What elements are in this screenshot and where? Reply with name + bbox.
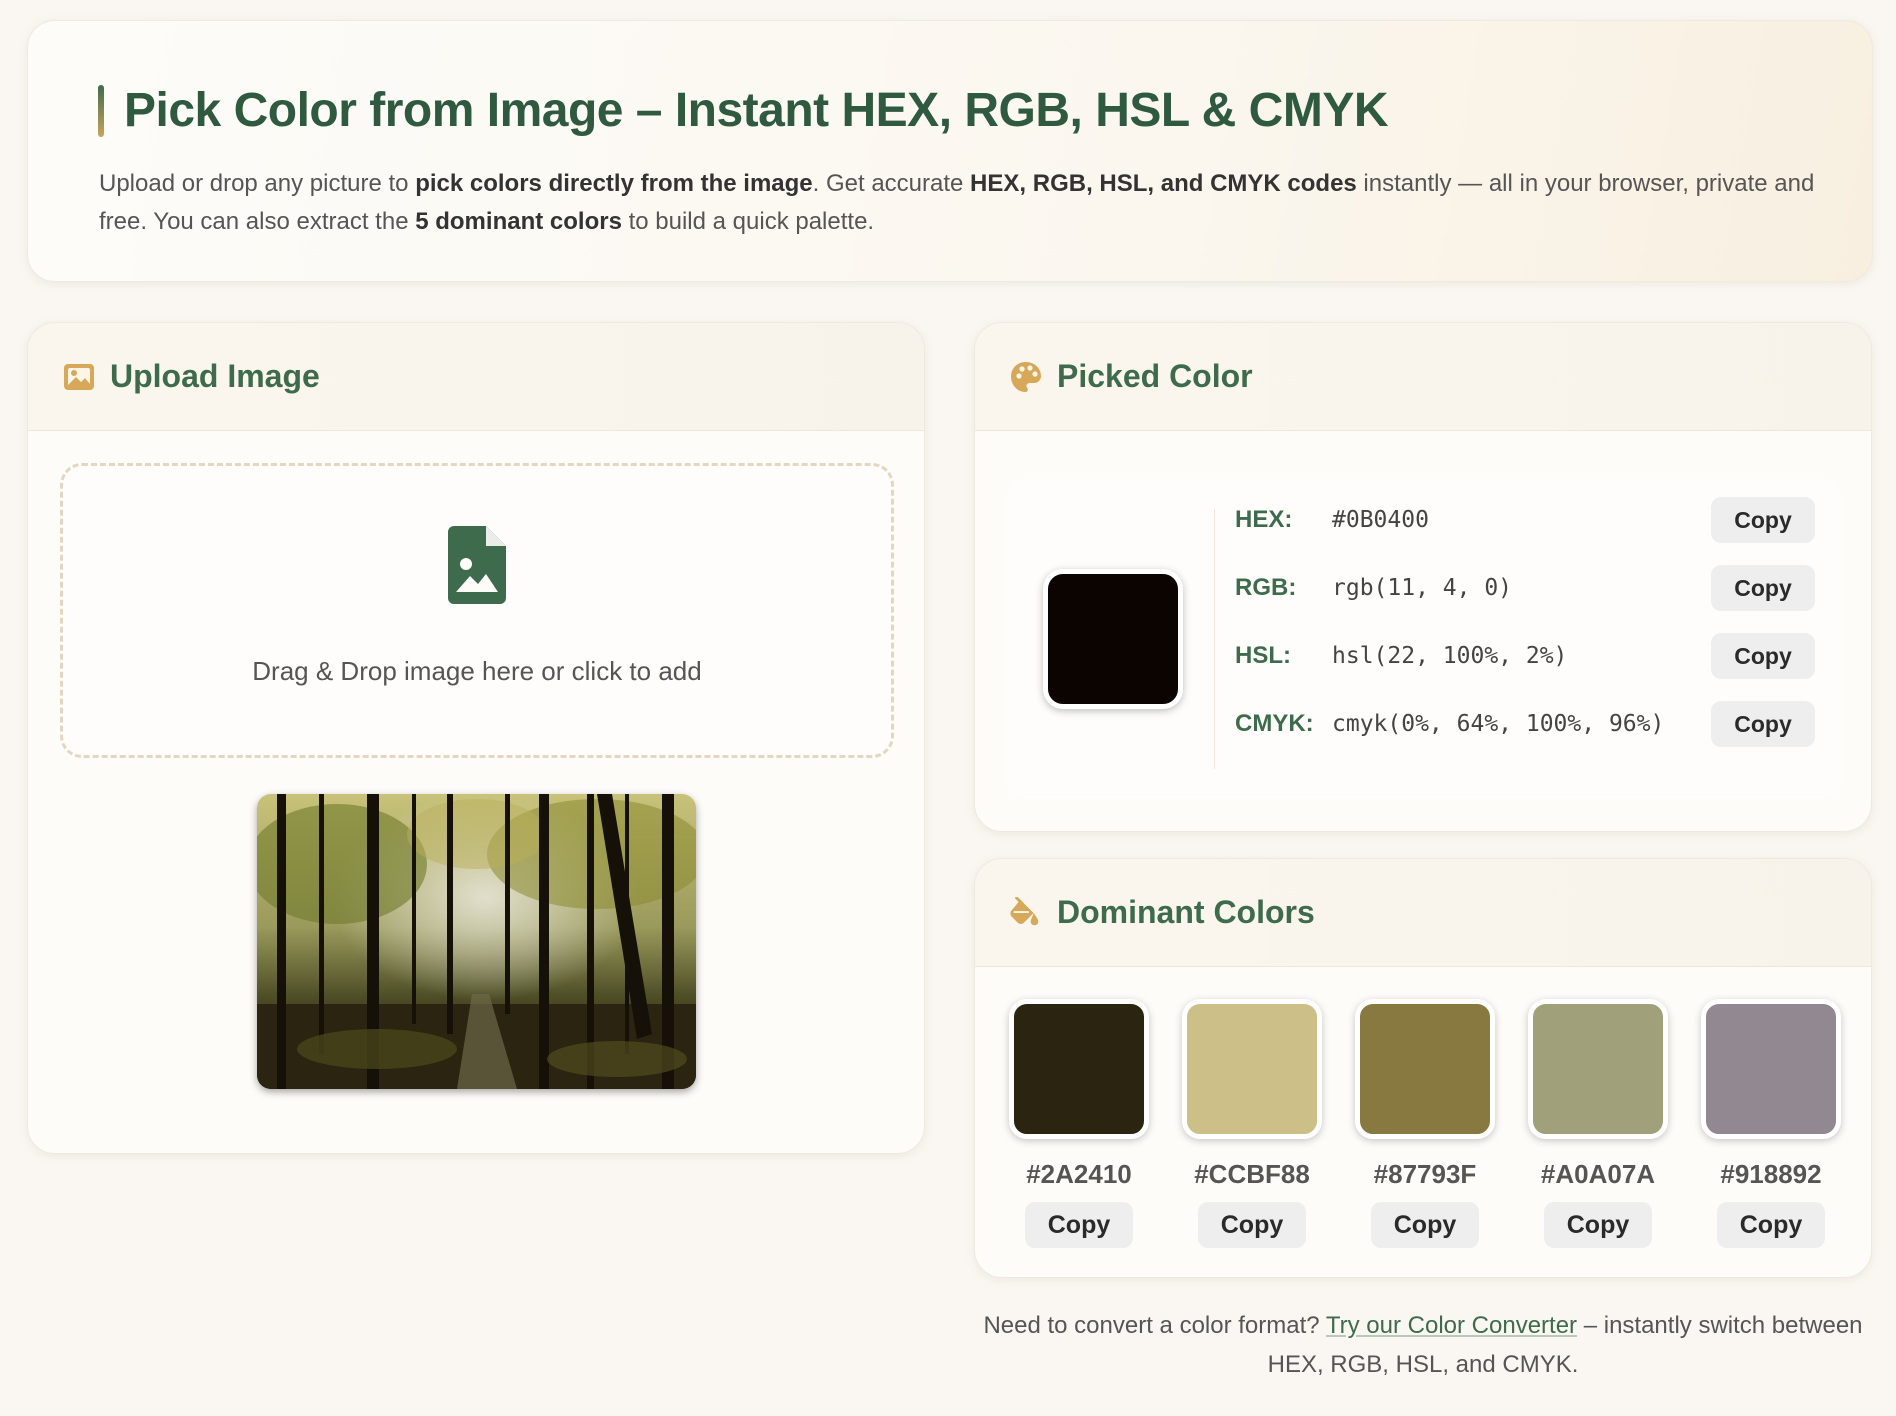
- dominant-color-item: #918892 Copy: [1701, 999, 1841, 1248]
- dominant-color-item: #2A2410 Copy: [1009, 999, 1149, 1248]
- picked-heading: Picked Color: [1057, 358, 1253, 394]
- page-title-wrap: Pick Color from Image – Instant HEX, RGB…: [98, 83, 1389, 138]
- copy-hex-button[interactable]: Copy: [1711, 497, 1815, 543]
- desc-bold: pick colors directly from the image: [415, 170, 813, 197]
- page-description: Upload or drop any picture to pick color…: [99, 165, 1859, 241]
- paint-bucket-icon: [1009, 896, 1043, 930]
- rgb-value: rgb(11, 4, 0): [1332, 575, 1513, 601]
- rgb-label: RGB:: [1235, 574, 1297, 601]
- copy-dominant-button[interactable]: Copy: [1198, 1202, 1306, 1248]
- hsl-row: HSL: hsl(22, 100%, 2%) Copy: [1235, 631, 1815, 681]
- dominant-heading: Dominant Colors: [1057, 894, 1315, 930]
- image-icon: [62, 360, 96, 394]
- copy-dominant-button[interactable]: Copy: [1371, 1202, 1479, 1248]
- image-dropzone[interactable]: Drag & Drop image here or click to add: [60, 463, 894, 758]
- desc-text: . Get accurate: [812, 170, 971, 197]
- desc-text: Upload or drop any picture to: [99, 170, 416, 197]
- copy-dominant-button[interactable]: Copy: [1025, 1202, 1133, 1248]
- cmyk-label: CMYK:: [1235, 710, 1314, 737]
- footer-text: Need to convert a color format?: [983, 1312, 1326, 1339]
- desc-text: to build a quick palette.: [621, 208, 875, 235]
- hex-row: HEX: #0B0400 Copy: [1235, 495, 1815, 545]
- footer-note: Need to convert a color format? Try our …: [974, 1306, 1872, 1384]
- copy-dominant-button[interactable]: Copy: [1717, 1202, 1825, 1248]
- cmyk-value: cmyk(0%, 64%, 100%, 96%): [1332, 711, 1665, 737]
- dominant-hex: #918892: [1720, 1159, 1822, 1189]
- image-preview[interactable]: [257, 794, 696, 1089]
- dominant-hex: #A0A07A: [1540, 1159, 1656, 1189]
- picked-color-swatch: [1043, 569, 1183, 709]
- copy-dominant-button[interactable]: Copy: [1544, 1202, 1652, 1248]
- picked-color-panel: HEX: #0B0400 Copy RGB: rgb(11, 4, 0) Cop…: [1007, 479, 1841, 799]
- hero-card: Pick Color from Image – Instant HEX, RGB…: [27, 20, 1873, 282]
- copy-rgb-button[interactable]: Copy: [1711, 565, 1815, 611]
- hsl-value: hsl(22, 100%, 2%): [1332, 643, 1568, 669]
- dominant-hex: #2A2410: [1026, 1159, 1132, 1189]
- desc-bold: 5 dominant colors: [415, 208, 622, 235]
- dropzone-text: Drag & Drop image here or click to add: [252, 656, 702, 686]
- dominant-swatch[interactable]: [1182, 999, 1322, 1139]
- dominant-card-header: Dominant Colors: [975, 859, 1871, 967]
- dominant-swatch[interactable]: [1701, 999, 1841, 1139]
- cmyk-row: CMYK: cmyk(0%, 64%, 100%, 96%) Copy: [1235, 699, 1815, 749]
- copy-hsl-button[interactable]: Copy: [1711, 633, 1815, 679]
- dominant-color-item: #87793F Copy: [1355, 999, 1495, 1248]
- upload-card-header: Upload Image: [28, 323, 924, 431]
- title-accent-bar: [98, 84, 104, 137]
- hex-label: HEX:: [1235, 506, 1293, 533]
- dominant-swatch[interactable]: [1528, 999, 1668, 1139]
- page-title: Pick Color from Image – Instant HEX, RGB…: [124, 84, 1389, 137]
- dominant-color-item: #A0A07A Copy: [1528, 999, 1668, 1248]
- dominant-swatch[interactable]: [1355, 999, 1495, 1139]
- upload-card: Upload Image Drag & Drop image here or c…: [27, 322, 925, 1154]
- divider: [1214, 509, 1215, 769]
- dominant-colors-card: Dominant Colors #2A2410 Copy #CCBF88 Cop…: [974, 858, 1872, 1278]
- upload-heading: Upload Image: [110, 358, 320, 394]
- file-image-icon: [448, 526, 506, 609]
- hsl-label: HSL:: [1235, 642, 1291, 669]
- hex-value: #0B0400: [1332, 507, 1429, 533]
- copy-cmyk-button[interactable]: Copy: [1711, 701, 1815, 747]
- picked-card-header: Picked Color: [975, 323, 1871, 431]
- dominant-swatch[interactable]: [1009, 999, 1149, 1139]
- palette-icon: [1009, 360, 1043, 394]
- picked-color-card: Picked Color HEX: #0B0400 Copy RGB: rgb(…: [974, 322, 1872, 832]
- rgb-row: RGB: rgb(11, 4, 0) Copy: [1235, 563, 1815, 613]
- dominant-hex: #CCBF88: [1194, 1159, 1310, 1189]
- desc-bold: HEX, RGB, HSL, and CMYK codes: [970, 170, 1357, 197]
- color-converter-link[interactable]: Try our Color Converter: [1326, 1312, 1577, 1339]
- dominant-color-item: #CCBF88 Copy: [1182, 999, 1322, 1248]
- dominant-hex: #87793F: [1373, 1159, 1477, 1189]
